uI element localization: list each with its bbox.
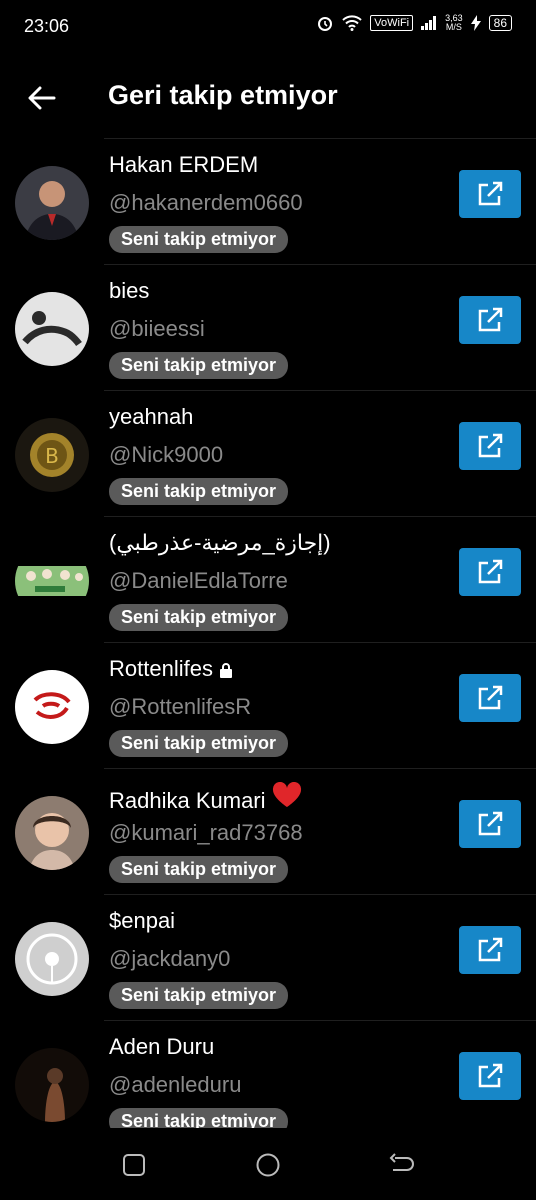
list-item[interactable]: $enpai @jackdany0 Seni takip etmiyor [0, 894, 536, 1020]
open-profile-button[interactable] [459, 422, 521, 470]
wifi-icon [342, 15, 362, 31]
battery-level: 86 [488, 15, 512, 31]
user-name: bies [109, 278, 150, 303]
not-following-badge: Seni takip etmiyor [109, 730, 289, 757]
svg-text:B: B [45, 444, 59, 468]
page-title: Geri takip etmiyor [108, 80, 338, 110]
external-link-icon [478, 685, 503, 710]
user-handle: @hakanerdem0660 [109, 190, 303, 215]
open-profile-button[interactable] [459, 674, 521, 722]
status-time: 23:06 [24, 16, 70, 36]
user-name: Aden Duru [109, 1034, 215, 1059]
circle-icon [256, 1153, 280, 1177]
user-name-text: Rottenlifes [109, 656, 213, 681]
user-list[interactable]: Hakan ERDEM @hakanerdem0660 Seni takip e… [0, 138, 536, 1128]
external-link-icon [478, 181, 503, 206]
not-following-badge: Seni takip etmiyor [109, 982, 289, 1009]
back-arrow-icon [389, 1153, 414, 1171]
external-link-icon [478, 1063, 503, 1088]
external-link-icon [478, 811, 503, 836]
avatar[interactable] [15, 1048, 89, 1122]
signal-icon [421, 16, 437, 30]
system-nav-bar [0, 1128, 536, 1200]
external-link-icon [478, 307, 503, 332]
external-link-icon [478, 559, 503, 584]
user-name: (إجازة_مرضية-عذرطبي) [109, 530, 331, 555]
avatar[interactable] [15, 796, 89, 870]
list-item[interactable]: Rottenlifes @RottenlifesR Seni takip etm… [0, 642, 536, 768]
back-button[interactable] [22, 78, 62, 118]
status-bar: 23:06 VoWiFi 3,63 M/S 86 [0, 0, 536, 56]
alarm-icon [318, 17, 333, 31]
back-nav-button[interactable] [387, 1150, 417, 1180]
lock-icon [219, 663, 232, 679]
open-profile-button[interactable] [459, 296, 521, 344]
open-profile-button[interactable] [459, 548, 521, 596]
open-profile-button[interactable] [459, 170, 521, 218]
user-handle: @Nick9000 [109, 442, 224, 467]
not-following-badge: Seni takip etmiyor [109, 856, 289, 883]
not-following-badge: Seni takip etmiyor [109, 226, 289, 253]
open-profile-button[interactable] [459, 926, 521, 974]
user-name: Hakan ERDEM [109, 152, 259, 177]
not-following-badge: Seni takip etmiyor [109, 352, 289, 379]
list-item[interactable]: B yeahnah @Nick9000 Seni takip etmiyor [0, 390, 536, 516]
user-handle: @DanielEdlaTorre [109, 568, 288, 593]
home-button[interactable] [253, 1150, 283, 1180]
list-item[interactable]: bies @biieessi Seni takip etmiyor [0, 264, 536, 390]
avatar[interactable] [15, 922, 89, 996]
user-name: $enpai [109, 908, 176, 933]
external-link-icon [478, 433, 503, 458]
vowifi-indicator: VoWiFi [370, 15, 414, 31]
list-item[interactable]: Hakan ERDEM @hakanerdem0660 Seni takip e… [0, 138, 536, 264]
user-name: Rottenlifes [109, 656, 233, 682]
not-following-badge: Seni takip etmiyor [109, 1108, 289, 1128]
charging-icon [470, 15, 481, 31]
speed-unit: M/S [445, 22, 462, 32]
network-speed: 3,63 M/S [445, 14, 463, 32]
square-icon [123, 1154, 145, 1176]
arrow-left-icon [28, 86, 56, 110]
user-name: Radhika Kumari [109, 781, 302, 814]
user-handle: @kumari_rad73768 [109, 820, 303, 845]
user-handle: @RottenlifesR [109, 694, 252, 719]
avatar[interactable] [15, 670, 89, 744]
list-item[interactable]: (إجازة_مرضية-عذرطبي) @DanielEdlaTorre Se… [0, 516, 536, 642]
user-name-text: Radhika Kumari [109, 788, 266, 813]
user-name: yeahnah [109, 404, 194, 429]
avatar[interactable] [15, 544, 89, 618]
user-handle: @jackdany0 [109, 946, 231, 971]
header: Geri takip etmiyor [0, 56, 536, 138]
list-item[interactable]: Aden Duru @adenleduru Seni takip etmiyor [0, 1020, 536, 1128]
open-profile-button[interactable] [459, 800, 521, 848]
open-profile-button[interactable] [459, 1052, 521, 1100]
external-link-icon [478, 937, 503, 962]
avatar[interactable] [15, 292, 89, 366]
list-item[interactable]: Radhika Kumari @kumari_rad73768 Seni tak… [0, 768, 536, 894]
recents-button[interactable] [119, 1150, 149, 1180]
user-handle: @biieessi [109, 316, 205, 341]
avatar[interactable] [15, 166, 89, 240]
avatar[interactable]: B [15, 418, 89, 492]
user-handle: @adenleduru [109, 1072, 242, 1097]
not-following-badge: Seni takip etmiyor [109, 478, 289, 505]
not-following-badge: Seni takip etmiyor [109, 604, 289, 631]
status-icons: VoWiFi 3,63 M/S 86 [316, 14, 512, 32]
heart-icon [272, 781, 301, 807]
